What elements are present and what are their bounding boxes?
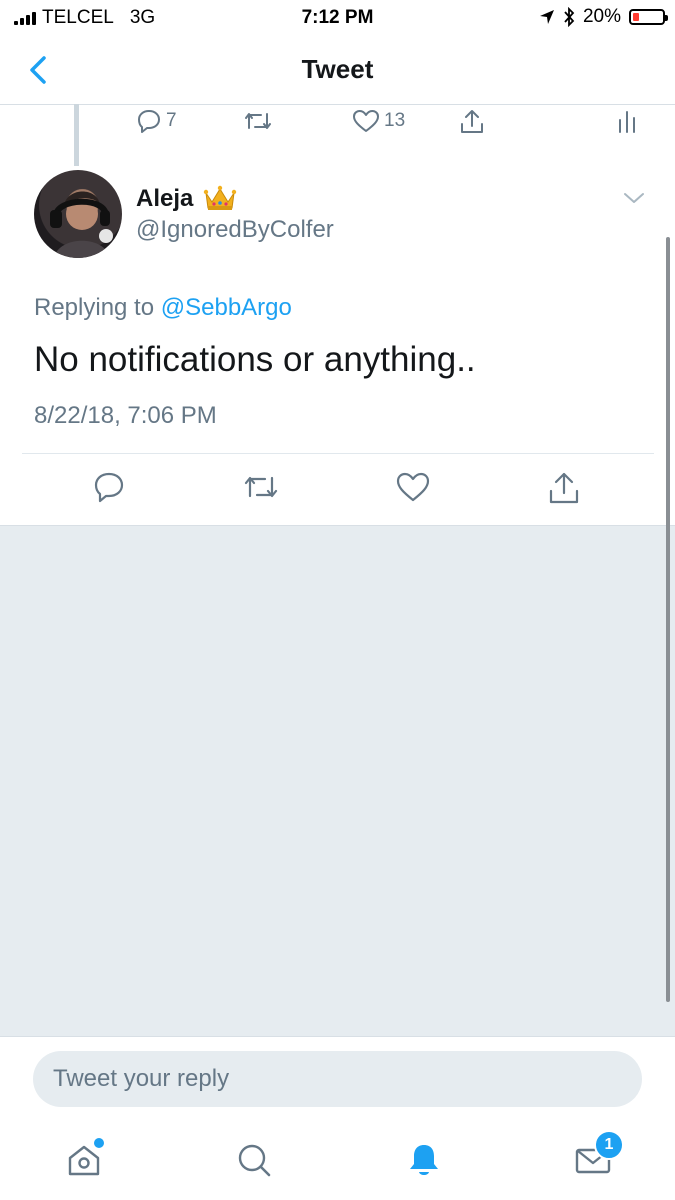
retweet-icon [244,476,278,498]
analytics-icon [619,111,635,133]
display-name[interactable]: Aleja [136,185,193,213]
empty-replies-area [0,525,675,1037]
tweet-actions [0,470,675,512]
like-count: 13 [384,110,406,131]
reply-count: 7 [166,110,177,131]
tweet-text: No notifications or anything.. [34,340,476,379]
parent-share-button[interactable] [458,108,486,136]
share-icon [549,472,579,504]
parent-retweet-button[interactable] [243,108,277,134]
avatar[interactable] [34,170,122,258]
bluetooth-icon [563,7,575,27]
chevron-down-icon [624,193,644,203]
parent-tweet-actions: 7 13 [0,104,675,144]
retweet-button[interactable] [242,470,280,504]
status-bar: TELCEL 3G 7:12 PM 20% [0,0,675,36]
parent-reply-button[interactable]: 7 [136,108,177,134]
parent-analytics-button[interactable] [616,108,638,136]
tab-messages[interactable]: 1 [572,1130,624,1182]
nav-bar: Tweet [0,36,675,105]
tab-notifications[interactable] [402,1138,446,1182]
reply-button[interactable] [92,470,126,504]
like-button[interactable] [395,470,431,504]
tab-bar: 1 [0,1124,675,1200]
tab-home[interactable] [62,1136,106,1182]
heart-icon [353,110,379,132]
search-icon [238,1144,271,1177]
battery-fill [633,13,639,21]
reply-composer [0,1036,675,1125]
home-new-dot [92,1136,106,1150]
retweet-icon [245,113,271,129]
tweet-menu-button[interactable] [622,190,646,206]
tab-search[interactable] [232,1138,276,1182]
reply-input[interactable] [33,1051,642,1107]
username[interactable]: @IgnoredByColfer [136,216,334,244]
divider [22,453,654,454]
location-arrow-icon [539,9,555,25]
share-button[interactable] [546,470,582,506]
reply-handle-link[interactable]: @SebbArgo [161,294,292,321]
crown-emoji [203,184,237,212]
parent-like-button[interactable]: 13 [352,108,405,134]
battery-percent: 20% [582,6,621,27]
scrollbar[interactable] [666,237,670,1002]
battery-icon [629,9,668,25]
status-right: 20% [539,6,668,28]
reply-icon [94,472,124,503]
reply-icon [138,110,160,133]
page-title: Tweet [301,54,374,84]
heart-icon [396,472,430,502]
share-icon [461,110,483,133]
tweet-timestamp: 8/22/18, 7:06 PM [34,402,217,429]
notifications-icon [410,1145,438,1175]
replying-to: Replying to @SebbArgo [34,294,292,322]
messages-badge: 1 [594,1130,624,1160]
reply-prefix: Replying to [34,294,155,321]
